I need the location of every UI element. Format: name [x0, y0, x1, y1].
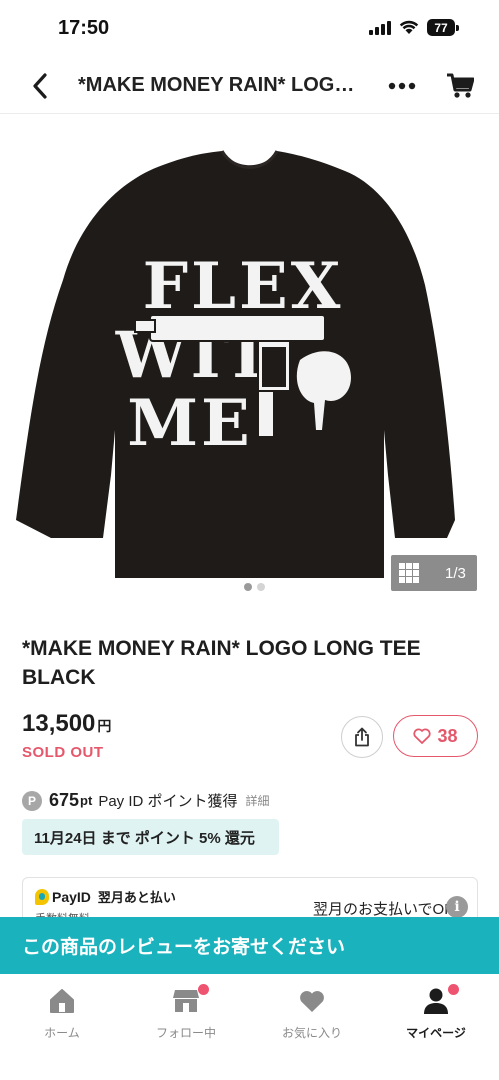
sold-out-label: SOLD OUT [22, 744, 104, 761]
tab-mypage[interactable]: マイページ [374, 984, 498, 1041]
cart-icon [447, 73, 474, 98]
back-button[interactable] [22, 68, 58, 104]
points-row: P 675 pt Pay ID ポイント獲得 詳細 [22, 790, 270, 811]
heart-icon [300, 991, 324, 1012]
battery-level: 77 [427, 19, 455, 36]
more-horizontal-icon [388, 82, 416, 90]
point-coin-icon: P [22, 790, 42, 811]
payid-logo-icon [35, 888, 49, 905]
points-label: Pay ID ポイント獲得 [98, 793, 238, 810]
signal-icon [369, 20, 391, 35]
share-icon [355, 727, 369, 747]
notification-dot [448, 984, 459, 995]
home-icon [50, 989, 74, 1013]
payid-brand: PayID [52, 888, 91, 905]
chevron-left-icon [33, 73, 47, 99]
price-currency: 円 [97, 718, 112, 734]
battery-icon: 77 [427, 19, 459, 36]
product-photo: FLEX WIT ME [16, 150, 455, 578]
pager-dot[interactable] [244, 583, 252, 591]
payid-ok-text: 翌月のお支払いでOK [313, 901, 455, 918]
grid-icon [399, 563, 419, 583]
page-title: *MAKE MONEY RAIN* LOGO LONG TEE BLACK [78, 74, 368, 96]
info-icon[interactable]: i [446, 896, 468, 918]
price: 13,500 円 [22, 710, 111, 738]
cart-button[interactable] [442, 68, 478, 104]
navigation-header: *MAKE MONEY RAIN* LOGO LONG TEE BLACK [0, 58, 499, 114]
shop-icon [173, 990, 199, 1012]
product-title: *MAKE MONEY RAIN* LOGO LONG TEE BLACK [22, 637, 421, 689]
tab-home[interactable]: ホーム [0, 986, 124, 1041]
share-button[interactable] [341, 716, 383, 758]
bottom-tab-bar: ホーム フォロー中 お気に入り マイページ [0, 974, 499, 1080]
status-time: 17:50 [58, 17, 110, 39]
more-button[interactable] [384, 68, 420, 104]
points-detail-link[interactable]: 詳細 [246, 792, 270, 809]
heart-outline-icon [413, 728, 432, 744]
tab-following[interactable]: フォロー中 [124, 984, 248, 1041]
user-icon [424, 988, 448, 1014]
payid-logo: PayID 翌月あと払い [35, 887, 176, 906]
payid-label: 翌月あと払い [97, 890, 176, 905]
tab-label: フォロー中 [155, 1026, 216, 1040]
like-button[interactable]: 38 [393, 715, 478, 757]
print-text-line-1: FLEX [143, 249, 344, 324]
tab-label: ホーム [44, 1026, 80, 1040]
like-count: 38 [437, 725, 458, 746]
points-unit: pt [80, 793, 93, 808]
price-amount: 13,500 [22, 710, 96, 737]
image-counter[interactable]: 1/3 [391, 555, 477, 591]
status-bar: 17:50 77 [0, 0, 499, 58]
campaign-badge: 11月24日 まで ポイント 5% 還元 [22, 819, 279, 855]
tab-favorites[interactable]: お気に入り [250, 986, 374, 1041]
status-icons: 77 [369, 19, 459, 36]
print-text-line-3: ME [127, 386, 253, 461]
pager-dot[interactable] [257, 583, 265, 591]
product-image-gallery[interactable]: FLEX WIT ME [0, 115, 499, 595]
pager-dots [244, 583, 265, 591]
tab-label: マイページ [406, 1026, 466, 1040]
points-value: 675 [49, 790, 80, 810]
wifi-icon [399, 20, 419, 34]
notification-dot [198, 984, 209, 995]
image-counter-text: 1/3 [445, 564, 466, 582]
review-banner[interactable]: この商品のレビューをお寄せください [0, 917, 499, 974]
tab-label: お気に入り [281, 1026, 342, 1040]
